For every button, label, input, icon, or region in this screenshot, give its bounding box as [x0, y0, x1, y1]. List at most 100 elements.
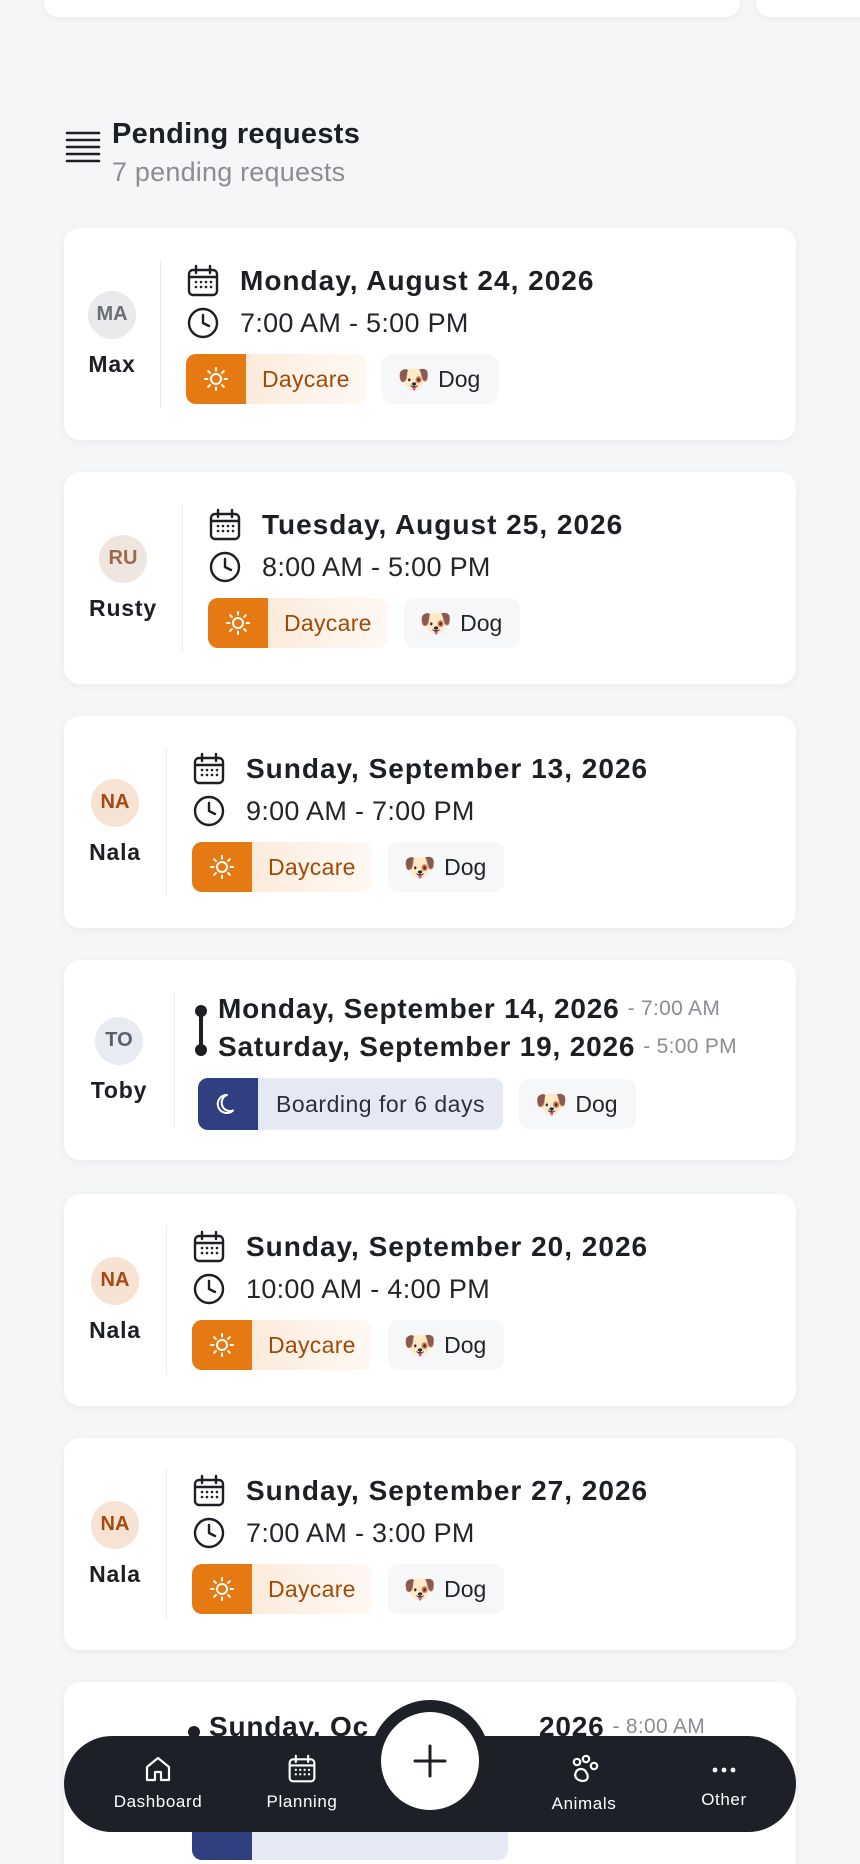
avatar: NA [91, 1500, 139, 1549]
sun-icon [210, 1577, 234, 1601]
request-info: Tuesday, August 25, 2026 8:00 AM - 5:00 … [208, 504, 623, 648]
calendar-icon [193, 1230, 225, 1263]
pet-column: NA Nala [64, 716, 166, 928]
divider [174, 992, 175, 1128]
divider [166, 1226, 167, 1374]
previous-card[interactable] [44, 0, 740, 17]
end-time: - 5:00 PM [643, 1035, 737, 1058]
list-icon [64, 112, 112, 182]
pet-name: Toby [90, 1076, 148, 1103]
dog-emoji: 🐶 [403, 1574, 437, 1604]
animal-label: Dog [438, 365, 481, 392]
sun-icon [210, 855, 234, 879]
pet-column: RU Rusty [64, 472, 182, 684]
clock-icon [193, 1273, 225, 1305]
request-time: 9:00 AM - 7:00 PM [246, 795, 475, 826]
dog-emoji: 🐶 [403, 852, 437, 882]
animal-label: Dog [444, 853, 487, 880]
date-range-start-dot [195, 1005, 207, 1017]
pet-name: Rusty [89, 594, 157, 621]
request-date: Tuesday, August 25, 2026 [262, 509, 624, 540]
service-label: Boarding for 6 days [276, 1090, 485, 1117]
paw-icon [572, 1754, 599, 1783]
animal-label: Dog [460, 609, 503, 636]
service-label: Daycare [262, 365, 350, 392]
animal-tag: 🐶 Dog [387, 1320, 505, 1370]
calendar-icon [187, 264, 219, 297]
nav-planning[interactable]: Planning [244, 1754, 360, 1812]
request-time: 10:00 AM - 4:00 PM [246, 1273, 491, 1304]
nav-label: Other [701, 1790, 747, 1809]
request-time: 8:00 AM - 5:00 PM [262, 551, 491, 582]
clock-icon [209, 551, 241, 583]
service-tag: Daycare [192, 1564, 372, 1614]
add-button[interactable] [381, 1712, 479, 1810]
end-date: Saturday, September 19, 2026 [218, 1031, 636, 1062]
request-date: Sunday, September 27, 2026 [246, 1475, 649, 1506]
animal-tag: 🐶 Dog [387, 842, 505, 892]
start-time: - 7:00 AM [627, 997, 721, 1020]
nav-dashboard[interactable]: Dashboard [100, 1754, 216, 1812]
request-info: Monday, August 24, 2026 7:00 AM - 5:00 P… [186, 260, 594, 404]
divider [160, 260, 161, 408]
dog-emoji: 🐶 [534, 1089, 568, 1119]
request-card[interactable]: TO Toby Monday, September 14, 2026 - 7:0… [64, 960, 796, 1160]
calendar-icon [209, 508, 241, 541]
animal-tag: 🐶 Dog [381, 354, 499, 404]
calendar-icon [193, 1474, 225, 1507]
pet-column: NA Nala [64, 1194, 166, 1406]
nav-label: Planning [266, 1792, 338, 1811]
nav-label: Dashboard [113, 1792, 203, 1811]
request-date: Sunday, September 13, 2026 [246, 753, 649, 784]
dog-emoji: 🐶 [403, 1330, 437, 1360]
previous-card-right[interactable] [756, 0, 860, 17]
service-tag: Daycare [208, 598, 388, 648]
service-tag: Boarding for 6 days [198, 1078, 503, 1130]
date-range-end-dot [195, 1044, 207, 1056]
request-time: 7:00 AM - 3:00 PM [246, 1517, 475, 1548]
request-info: Monday, September 14, 2026 - 7:00 AM Sat… [198, 990, 737, 1130]
pet-column: NA Nala [64, 1438, 166, 1650]
request-card[interactable]: MA Max Monday, August 24, 2026 7:00 AM -… [64, 228, 796, 440]
animal-tag: 🐶 Dog [518, 1079, 636, 1129]
animal-label: Dog [575, 1090, 618, 1117]
dog-emoji: 🐶 [397, 364, 431, 394]
clock-icon [187, 307, 219, 339]
request-card[interactable]: NA Nala Sunday, September 13, 2026 9:00 … [64, 716, 796, 928]
divider [182, 504, 183, 652]
request-info: Sunday, September 13, 2026 9:00 AM - 7:0… [192, 748, 648, 892]
request-date: Monday, August 24, 2026 [240, 265, 595, 296]
request-info: Sunday, September 20, 2026 10:00 AM - 4:… [192, 1226, 648, 1370]
service-label: Daycare [284, 609, 372, 636]
pet-name: Nala [89, 1560, 141, 1587]
clock-icon [193, 795, 225, 827]
request-date: Sunday, September 20, 2026 [246, 1231, 649, 1262]
dog-emoji: 🐶 [419, 608, 453, 638]
request-card[interactable]: NA Nala Sunday, September 20, 2026 10:00… [64, 1194, 796, 1406]
avatar: NA [91, 778, 139, 827]
avatar: MA [88, 290, 136, 339]
request-time: 7:00 AM - 5:00 PM [240, 307, 469, 338]
pet-column: MA Max [64, 228, 160, 440]
clock-icon [193, 1517, 225, 1549]
animal-label: Dog [444, 1575, 487, 1602]
nav-other[interactable]: Other [676, 1758, 772, 1810]
sun-icon [226, 611, 250, 635]
avatar: TO [95, 1016, 143, 1065]
divider [166, 748, 167, 896]
calendar-icon [288, 1754, 316, 1783]
pet-name: Nala [89, 1316, 141, 1343]
nav-animals[interactable]: Animals [530, 1754, 638, 1814]
start-date: Monday, September 14, 2026 [218, 993, 620, 1024]
sun-icon [204, 367, 228, 391]
request-card[interactable]: RU Rusty Tuesday, August 25, 2026 8:00 A… [64, 472, 796, 684]
sun-icon [210, 1333, 234, 1357]
pet-name: Max [88, 350, 136, 377]
section-subtitle: 7 pending requests [112, 157, 346, 187]
animal-label: Dog [444, 1331, 487, 1358]
animal-tag: 🐶 Dog [387, 1564, 505, 1614]
service-tag: Daycare [192, 1320, 372, 1370]
request-card[interactable]: NA Nala Sunday, September 27, 2026 7:00 … [64, 1438, 796, 1650]
service-label: Daycare [268, 1331, 356, 1358]
nav-label: Animals [551, 1794, 617, 1813]
